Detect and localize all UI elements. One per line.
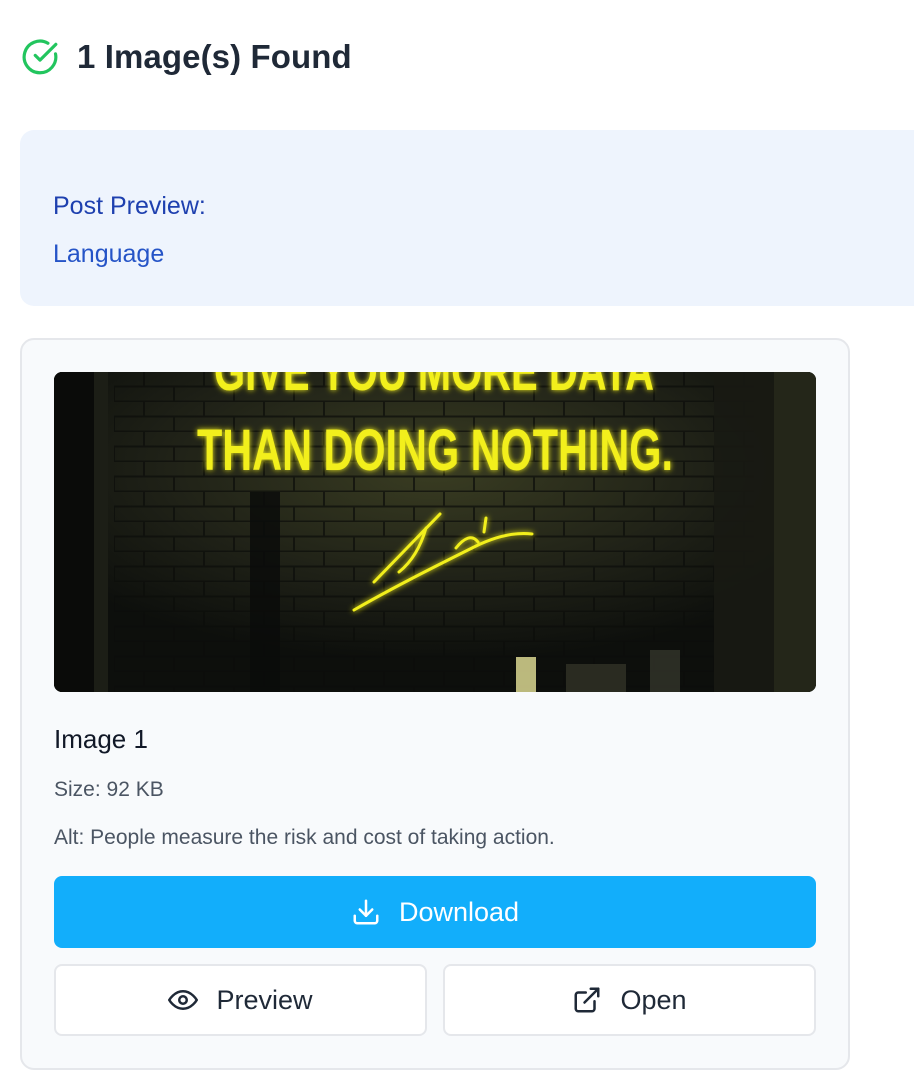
image-text-line1: GIVE YOU MORE DATA <box>214 372 654 402</box>
results-title: 1 Image(s) Found <box>77 38 352 75</box>
image-card: GIVE YOU MORE DATA THAN DOING NOTHING. I… <box>20 338 850 1070</box>
open-button[interactable]: Open <box>443 964 816 1036</box>
check-circle-icon <box>22 39 58 75</box>
preview-label: Preview <box>216 984 313 1015</box>
image-text-line2: THAN DOING NOTHING. <box>197 418 673 483</box>
download-label: Download <box>398 896 520 927</box>
open-label: Open <box>620 984 687 1015</box>
download-icon <box>353 899 379 925</box>
image-size: Size: 92 KB <box>54 778 164 801</box>
eye-icon <box>168 990 199 1010</box>
neon-sign-image: GIVE YOU MORE DATA THAN DOING NOTHING. <box>54 372 816 692</box>
post-preview-language: Language <box>53 240 165 268</box>
image-title: Image 1 <box>54 724 148 754</box>
image-alt-text: Alt: People measure the risk and cost of… <box>54 826 555 849</box>
preview-button[interactable]: Preview <box>54 964 427 1036</box>
post-preview-panel: Post Preview: Language <box>20 130 914 306</box>
post-preview-label: Post Preview: <box>53 192 206 220</box>
external-link-icon <box>574 987 600 1013</box>
download-button[interactable]: Download <box>54 876 816 948</box>
image-thumbnail[interactable]: GIVE YOU MORE DATA THAN DOING NOTHING. <box>54 372 816 692</box>
results-header: 1 Image(s) Found <box>21 38 352 76</box>
